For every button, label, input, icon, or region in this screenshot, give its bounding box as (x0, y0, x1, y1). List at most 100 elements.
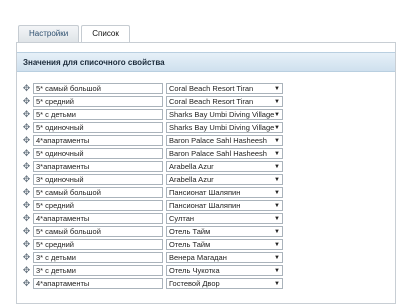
value-input[interactable]: 5* с детьми (33, 109, 163, 120)
move-arrows-icon[interactable]: ✥ (22, 162, 31, 171)
chevron-down-icon: ▼ (274, 229, 280, 235)
hotel-select[interactable]: Султан ▼ (166, 213, 283, 224)
list-item: ✥ 5* одиночный Sharks Bay Umbi Diving Vill… (17, 121, 395, 134)
value-input[interactable]: 4*апартаменты (33, 278, 163, 289)
list-item: ✥ 3* одиночный Arabella Azur ▼ (17, 173, 395, 186)
chevron-down-icon: ▼ (274, 203, 280, 209)
move-arrows-icon[interactable]: ✥ (22, 240, 31, 249)
tab-settings[interactable]: Настройки (18, 25, 80, 42)
value-input[interactable]: 5* одиночный (33, 148, 163, 159)
list-item: ✥ 5* самый большой Пансионат Шаляпин ▼ (17, 186, 395, 199)
chevron-down-icon: ▼ (274, 151, 280, 157)
hotel-select-value: Отель Чукотка (169, 266, 220, 275)
hotel-select[interactable]: Пансионат Шаляпин ▼ (166, 200, 283, 211)
chevron-down-icon: ▼ (274, 242, 280, 248)
chevron-down-icon: ▼ (274, 138, 280, 144)
hotel-select-value: Baron Palace Sahl Hasheesh (169, 136, 267, 145)
value-input[interactable]: 5* средний (33, 200, 163, 211)
hotel-select-value: Венера Магадан (169, 253, 227, 262)
list-item: ✥ 3* с детьми Отель Чукотка ▼ (17, 264, 395, 277)
hotel-select[interactable]: Пансионат Шаляпин ▼ (166, 187, 283, 198)
chevron-down-icon: ▼ (274, 164, 280, 170)
chevron-down-icon: ▼ (274, 86, 280, 92)
list-item: ✥ 3* с детьми Венера Магадан ▼ (17, 251, 395, 264)
tab-bar: Настройки Список (18, 25, 132, 43)
value-input[interactable]: 3*апартаменты (33, 161, 163, 172)
value-input[interactable]: 4*апартаменты (33, 213, 163, 224)
list-item: ✥ 5* одиночный Baron Palace Sahl Hasheesh ▼ (17, 147, 395, 160)
hotel-select[interactable]: Sharks Bay Umbi Diving Village ▼ (166, 109, 283, 120)
value-input[interactable]: 3* с детьми (33, 252, 163, 263)
move-arrows-icon[interactable]: ✥ (22, 97, 31, 106)
list-item: ✥ 5* средний Coral Beach Resort Tiran ▼ (17, 95, 395, 108)
move-arrows-icon[interactable]: ✥ (22, 279, 31, 288)
hotel-select[interactable]: Arabella Azur ▼ (166, 174, 283, 185)
list-values-panel: Значения для списочного свойства ✥ 5* сам… (16, 42, 396, 304)
list-item: ✥ 4*апартаменты Гостевой Двор ▼ (17, 277, 395, 290)
list-item: ✥ 5* с детьми Sharks Bay Umbi Diving Villa… (17, 108, 395, 121)
list-item: ✥ 5* средний Отель Тайм ▼ (17, 238, 395, 251)
value-input[interactable]: 3* одиночный (33, 174, 163, 185)
value-input[interactable]: 5* средний (33, 96, 163, 107)
hotel-select[interactable]: Отель Тайм ▼ (166, 239, 283, 250)
move-arrows-icon[interactable]: ✥ (22, 149, 31, 158)
hotel-select[interactable]: Гостевой Двор ▼ (166, 278, 283, 289)
move-arrows-icon[interactable]: ✥ (22, 175, 31, 184)
move-arrows-icon[interactable]: ✥ (22, 123, 31, 132)
hotel-select[interactable]: Coral Beach Resort Tiran ▼ (166, 83, 283, 94)
hotel-select[interactable]: Отель Тайм ▼ (166, 226, 283, 237)
hotel-select-value: Baron Palace Sahl Hasheesh (169, 149, 267, 158)
hotel-select[interactable]: Венера Магадан ▼ (166, 252, 283, 263)
chevron-down-icon: ▼ (274, 268, 280, 274)
value-input[interactable]: 5* средний (33, 239, 163, 250)
hotel-select-value: Гостевой Двор (169, 279, 220, 288)
hotel-select-value: Arabella Azur (169, 175, 214, 184)
list-item: ✥ 4*апартаменты Baron Palace Sahl Hasheesh… (17, 134, 395, 147)
chevron-down-icon: ▼ (274, 112, 280, 118)
chevron-down-icon: ▼ (274, 281, 280, 287)
chevron-down-icon: ▼ (274, 255, 280, 261)
panel-title: Значения для списочного свойства (17, 52, 395, 72)
tab-list[interactable]: Список (81, 25, 130, 43)
move-arrows-icon[interactable]: ✥ (22, 201, 31, 210)
hotel-select-value: Пансионат Шаляпин (169, 201, 241, 210)
value-input[interactable]: 5* самый большой (33, 187, 163, 198)
list-item: ✥ 4*апартаменты Султан ▼ (17, 212, 395, 225)
hotel-select-value: Отель Тайм (169, 227, 211, 236)
list-item: ✥ 5* самый большой Coral Beach Resort Tira… (17, 82, 395, 95)
value-input[interactable]: 3* с детьми (33, 265, 163, 276)
move-arrows-icon[interactable]: ✥ (22, 136, 31, 145)
value-input[interactable]: 4*апартаменты (33, 135, 163, 146)
hotel-select-value: Sharks Bay Umbi Diving Village (169, 123, 275, 132)
move-arrows-icon[interactable]: ✥ (22, 110, 31, 119)
move-arrows-icon[interactable]: ✥ (22, 253, 31, 262)
move-arrows-icon[interactable]: ✥ (22, 84, 31, 93)
chevron-down-icon: ▼ (274, 125, 280, 131)
value-input[interactable]: 5* самый большой (33, 226, 163, 237)
hotel-select[interactable]: Sharks Bay Umbi Diving Village ▼ (166, 122, 283, 133)
list-item: ✥ 5* средний Пансионат Шаляпин ▼ (17, 199, 395, 212)
hotel-select[interactable]: Baron Palace Sahl Hasheesh ▼ (166, 148, 283, 159)
move-arrows-icon[interactable]: ✥ (22, 188, 31, 197)
value-input[interactable]: 5* самый большой (33, 83, 163, 94)
hotel-select-value: Arabella Azur (169, 162, 214, 171)
hotel-select-value: Coral Beach Resort Tiran (169, 97, 254, 106)
hotel-select[interactable]: Отель Чукотка ▼ (166, 265, 283, 276)
hotel-select[interactable]: Coral Beach Resort Tiran ▼ (166, 96, 283, 107)
list-item: ✥ 5* самый большой Отель Тайм ▼ (17, 225, 395, 238)
chevron-down-icon: ▼ (274, 190, 280, 196)
chevron-down-icon: ▼ (274, 99, 280, 105)
hotel-select-value: Sharks Bay Umbi Diving Village (169, 110, 275, 119)
value-input[interactable]: 5* одиночный (33, 122, 163, 133)
move-arrows-icon[interactable]: ✥ (22, 214, 31, 223)
hotel-select-value: Султан (169, 214, 195, 223)
hotel-select[interactable]: Baron Palace Sahl Hasheesh ▼ (166, 135, 283, 146)
chevron-down-icon: ▼ (274, 216, 280, 222)
hotel-select-value: Отель Тайм (169, 240, 211, 249)
list-item: ✥ 3*апартаменты Arabella Azur ▼ (17, 160, 395, 173)
hotel-select[interactable]: Arabella Azur ▼ (166, 161, 283, 172)
hotel-select-value: Пансионат Шаляпин (169, 188, 241, 197)
move-arrows-icon[interactable]: ✥ (22, 227, 31, 236)
move-arrows-icon[interactable]: ✥ (22, 266, 31, 275)
chevron-down-icon: ▼ (274, 177, 280, 183)
